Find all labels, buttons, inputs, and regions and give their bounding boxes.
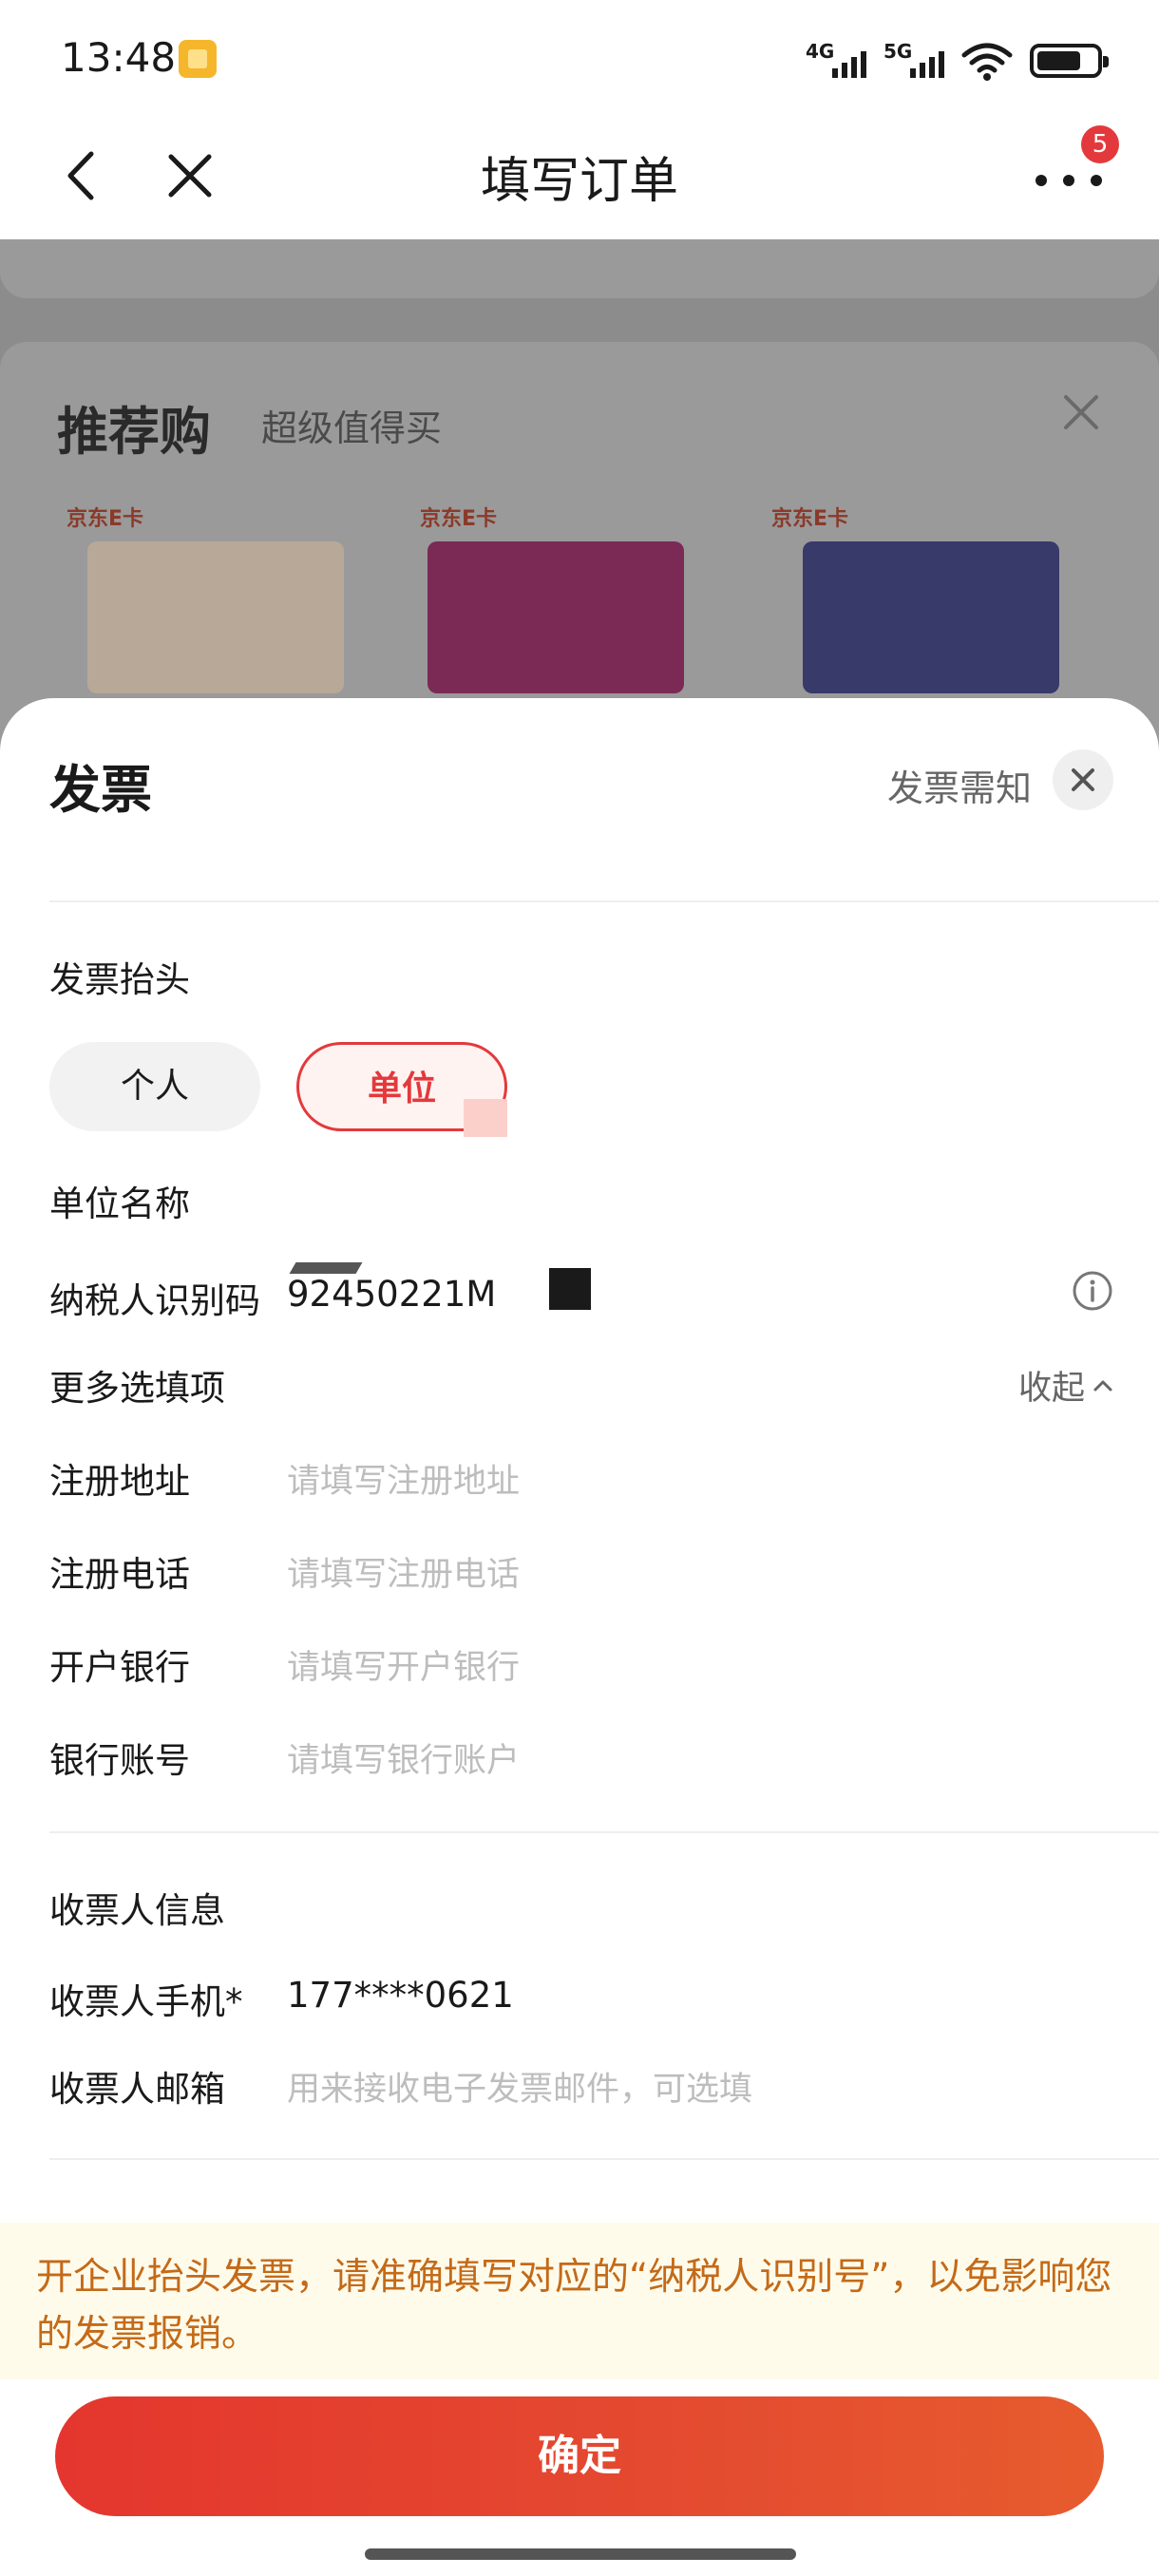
recommend-subtitle: 超级值得买 [261,407,443,449]
gift-card-image [803,541,1059,693]
status-indicators: 4G 5G [806,36,1109,82]
receiver-section-title: 收票人信息 [49,1890,225,1931]
receiver-phone-field[interactable]: 177****0621 [287,1975,514,2016]
wifi-icon [961,43,1013,81]
receiver-phone-label: 收票人手机* [49,1981,243,2022]
divider [49,1831,1159,1833]
recommend-title: 推荐购 [57,402,211,462]
divider [49,900,1159,902]
close-icon[interactable] [1053,749,1113,810]
ecard-tag: 京东E卡 [771,507,849,531]
invoice-header-section-title: 发票抬头 [49,959,190,1000]
sheet-title: 发票 [49,760,152,820]
home-indicator[interactable] [365,2548,796,2560]
register-phone-input[interactable]: 请填写注册电话 [287,1547,520,1596]
confirm-button[interactable]: 确定 [55,2396,1104,2516]
invoice-sheet: 发票 发票需知 发票抬头 个人 单位 单位名称 纳税人识别码 92450221M… [0,698,1159,2576]
bank-input[interactable]: 请填写开户银行 [287,1640,520,1689]
signal-5g-icon: 5G [884,40,944,82]
invoice-warning-notice: 开企业抬头发票，请准确填写对应的“纳税人识别号”，以免影响您的发票报销。 [0,2223,1159,2379]
redaction-mark [289,1262,363,1274]
invoice-type-personal-button[interactable]: 个人 [49,1042,260,1131]
bank-label: 开户银行 [49,1647,190,1688]
collapse-label: 收起 [1017,1370,1085,1408]
network-4g-label: 4G [806,40,835,63]
collapse-toggle[interactable]: 收起 [1018,1361,1113,1410]
close-icon [1064,395,1098,429]
nav-bar: 填写订单 5 [0,114,1159,239]
register-address-input[interactable]: 请填写注册地址 [287,1454,520,1503]
ecard-tag: 京东E卡 [66,507,144,531]
selected-corner-mark [464,1099,507,1137]
register-address-label: 注册地址 [49,1461,190,1502]
info-icon[interactable] [1072,1270,1113,1312]
status-bar: 13:48 4G 5G [0,0,1159,114]
page-title: 填写订单 [480,153,678,210]
status-time: 13:48 [61,34,177,81]
register-phone-label: 注册电话 [49,1554,190,1595]
chevron-up-icon [1093,1380,1112,1391]
notification-badge: 5 [1081,125,1119,163]
gift-card-image [428,541,684,693]
divider [49,2158,1159,2160]
notification-app-icon [179,40,217,78]
bank-account-label: 银行账号 [49,1740,190,1781]
ecard-tag: 京东E卡 [420,507,498,531]
taxpayer-id-label: 纳税人识别码 [49,1280,260,1321]
bank-account-input[interactable]: 请填写银行账户 [287,1733,520,1782]
background-card [0,239,1159,298]
company-name-label: 单位名称 [49,1184,190,1224]
invoice-notice-link[interactable]: 发票需知 [887,759,1032,811]
gift-card-image [87,541,344,693]
redaction-block [549,1268,591,1310]
battery-icon [1030,44,1109,78]
network-5g-label: 5G [884,40,913,63]
signal-4g-icon: 4G [806,40,866,82]
more-options-label: 更多选填项 [49,1368,225,1409]
taxpayer-id-field[interactable]: 92450221M [287,1274,496,1315]
receiver-email-label: 收票人邮箱 [49,2069,225,2110]
more-icon[interactable] [1036,161,1102,199]
receiver-email-input[interactable]: 用来接收电子发票邮件，可选填 [287,2062,752,2111]
